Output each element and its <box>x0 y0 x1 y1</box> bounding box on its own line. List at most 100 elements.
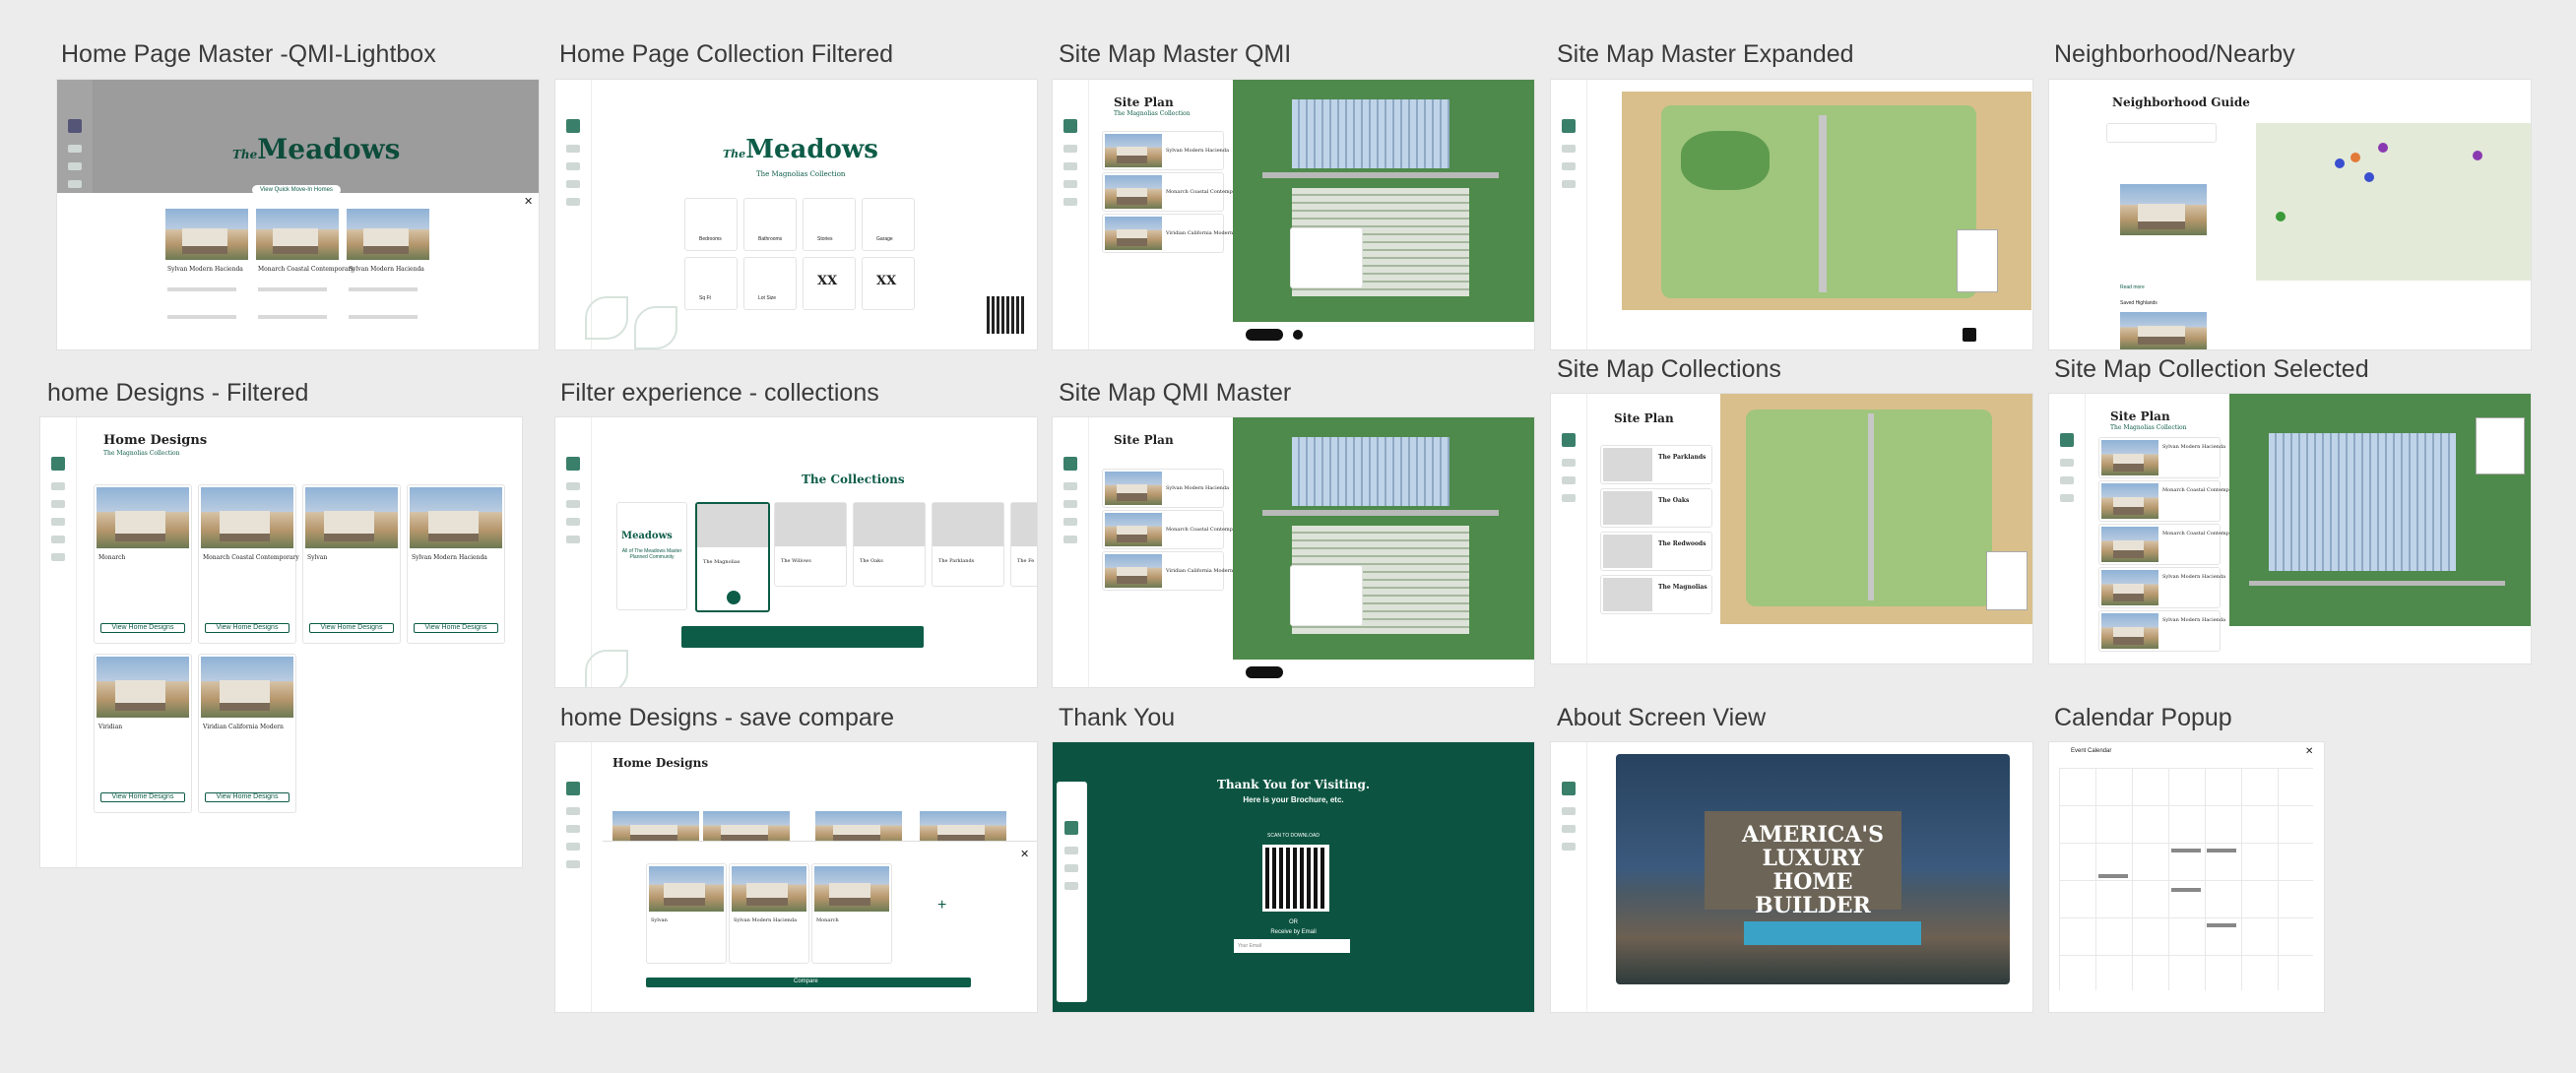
collection-card[interactable]: The Willows <box>774 502 847 587</box>
home-card[interactable]: Monarch Coastal Contemporary <box>2098 480 2242 522</box>
home-designs-subtitle: The Magnolias Collection <box>103 450 180 457</box>
email-field[interactable]: Your Email <box>1234 939 1350 953</box>
frame-site-map-collections[interactable]: Site Plan The Parklands The Oaks The Red… <box>1551 394 2032 663</box>
collection-card-selected[interactable]: The Magnolias <box>695 502 770 612</box>
calendar-grid[interactable] <box>2059 768 2313 990</box>
collection-name: The Magnolias Collection <box>756 170 846 178</box>
home-design-card[interactable]: Viridian California Modern View Home Desi… <box>198 654 296 813</box>
home-card[interactable]: Sylvan Modern Hacienda <box>2098 567 2225 608</box>
site-plan-title: Site Plan <box>2110 410 2170 423</box>
frame-neighborhood-nearby[interactable]: Neighborhood Guide Read more Saved Highl… <box>2049 80 2531 349</box>
frame-title-thank-you: Thank You <box>1059 704 1176 731</box>
collection-card[interactable]: The Magnolias <box>1600 575 1712 614</box>
read-more-link[interactable]: Read more <box>2120 284 2145 290</box>
side-nav <box>1053 417 1089 687</box>
collection-card[interactable]: The Parklands <box>932 502 1004 587</box>
place-image[interactable] <box>2120 184 2207 235</box>
close-icon[interactable]: ✕ <box>2305 746 2313 757</box>
frame-title-home-designs-save-compare: home Designs - save compare <box>560 704 895 731</box>
filter-tile[interactable]: Bathrooms <box>743 198 797 251</box>
site-plan-title: Site Plan <box>1114 433 1174 447</box>
frame-about-screen-view[interactable]: AMERICA'S LUXURY HOME BUILDER <box>1551 742 2032 1012</box>
frame-title-site-map-master-qmi: Site Map Master QMI <box>1059 40 1292 68</box>
home-card[interactable]: Sylvan Modern Hacienda <box>2098 610 2225 652</box>
area-map[interactable] <box>2256 123 2531 281</box>
side-nav <box>2049 394 2086 663</box>
home-image[interactable] <box>165 209 248 260</box>
frame-title-filter-experience: Filter experience - collections <box>560 379 879 407</box>
home-card[interactable]: Viridian California Modern <box>1102 214 1233 253</box>
side-nav <box>1551 80 1587 349</box>
compare-card[interactable]: Sylvan Modern Hacienda <box>729 863 809 964</box>
frame-filter-experience-collections[interactable]: The Collections Meadows All of The Meadow… <box>555 417 1037 687</box>
home-card[interactable]: Viridian California Modern <box>1102 551 1233 591</box>
frame-title-home-page-master: Home Page Master -QMI-Lightbox <box>61 40 436 68</box>
side-nav <box>1057 782 1087 1002</box>
compare-card[interactable]: Sylvan <box>646 863 727 964</box>
home-design-card[interactable]: Sylvan View Home Designs <box>302 484 401 644</box>
lightbox-link[interactable]: View Quick Move-In Homes <box>252 185 341 195</box>
frame-home-designs-save-compare[interactable]: Home Designs ✕ Sylvan Sylvan Modern Haci… <box>555 742 1037 1012</box>
collection-card[interactable]: Meadows All of The Meadows Master Planned… <box>616 502 687 610</box>
home-card[interactable]: Sylvan Modern Hacienda <box>1102 469 1229 508</box>
home-card[interactable]: Monarch Coastal Contemporary <box>1102 510 1246 549</box>
home-design-card[interactable]: Monarch View Home Designs <box>94 484 192 644</box>
compare-drawer: ✕ Sylvan Sylvan Modern Hacienda Monarch … <box>603 841 1037 1012</box>
frame-title-site-map-collections: Site Map Collections <box>1557 355 1781 383</box>
email-label: Receive by Email <box>1270 929 1317 935</box>
compare-card[interactable]: Monarch <box>811 863 892 964</box>
home-design-card[interactable]: Monarch Coastal Contemporary View Home De… <box>198 484 299 644</box>
home-card[interactable]: Sylvan Modern Hacienda <box>2098 437 2225 478</box>
side-nav <box>1551 742 1587 1012</box>
home-card[interactable]: Monarch Coastal Contemporary <box>1102 172 1246 212</box>
calendar-title: Event Calendar <box>2071 748 2112 754</box>
site-map[interactable] <box>1233 417 1534 660</box>
compare-button[interactable]: Compare <box>646 978 971 987</box>
side-nav <box>555 417 592 687</box>
filter-tile[interactable]: XX <box>862 257 915 310</box>
home-name: Sylvan Modern Hacienda <box>167 266 243 273</box>
collection-card[interactable]: The Oaks <box>853 502 926 587</box>
filter-tile[interactable]: Sq Ft <box>684 257 738 310</box>
close-icon[interactable]: ✕ <box>524 195 533 208</box>
site-map[interactable] <box>1233 80 1534 322</box>
plus-icon[interactable]: + <box>937 897 946 915</box>
location-entry[interactable] <box>2106 123 2217 143</box>
home-name: Sylvan Modern Hacienda <box>349 266 424 273</box>
filter-tile[interactable]: Garage <box>862 198 915 251</box>
qmi-lightbox: View Quick Move-In Homes ✕ Sylvan Modern… <box>57 185 539 349</box>
frame-home-page-collection-filtered[interactable]: TheMeadows The Magnolias Collection Bedr… <box>555 80 1037 349</box>
collection-card[interactable]: The Fe <box>1010 502 1037 587</box>
brand-logo: TheMeadows <box>723 135 878 164</box>
collections-site-map[interactable] <box>1720 394 2032 624</box>
frame-calendar-popup[interactable]: Event Calendar ✕ <box>2049 742 2324 1012</box>
home-image[interactable] <box>256 209 339 260</box>
frame-home-designs-filtered[interactable]: Home Designs The Magnolias Collection Mo… <box>40 417 522 867</box>
site-plan-title: Site Plan <box>1614 411 1674 425</box>
frame-site-map-collection-selected[interactable]: Site Plan The Magnolias Collection Sylva… <box>2049 394 2531 663</box>
selected-site-map[interactable] <box>2229 394 2531 626</box>
filter-tile[interactable]: Bedrooms <box>684 198 738 251</box>
apply-button[interactable] <box>681 626 924 648</box>
frame-site-map-master-qmi[interactable]: Site Plan The Magnolias Collection Sylva… <box>1053 80 1534 349</box>
expanded-site-map[interactable] <box>1622 92 2031 310</box>
home-image[interactable] <box>347 209 429 260</box>
collections-title: The Collections <box>802 473 905 486</box>
or-label: OR <box>1289 919 1298 925</box>
home-card[interactable]: Sylvan Modern Hacienda <box>1102 131 1229 170</box>
home-design-card[interactable]: Viridian View Home Designs <box>94 654 192 813</box>
frame-home-page-master-qmi-lightbox[interactable]: TheMeadows View Quick Move-In Homes ✕ Sy… <box>57 80 539 349</box>
headline-line: BUILDER <box>1755 893 1871 918</box>
filter-tile[interactable]: Stories <box>803 198 856 251</box>
collection-card[interactable]: The Redwoods <box>1600 532 1712 571</box>
frame-site-map-master-expanded[interactable] <box>1551 80 2032 349</box>
filter-tile[interactable]: XX <box>803 257 856 310</box>
frame-site-map-qmi-master[interactable]: Site Plan Sylvan Modern Hacienda Monarch… <box>1053 417 1534 687</box>
home-design-card[interactable]: Sylvan Modern Hacienda View Home Designs <box>407 484 505 644</box>
frame-thank-you[interactable]: Thank You for Visiting. Here is your Bro… <box>1053 742 1534 1012</box>
filter-tile[interactable]: Lot Size <box>743 257 797 310</box>
collection-card[interactable]: The Oaks <box>1600 488 1712 528</box>
collection-card[interactable]: The Parklands <box>1600 445 1712 484</box>
close-icon[interactable]: ✕ <box>1020 848 1029 860</box>
home-card[interactable]: Monarch Coastal Contemporary <box>2098 524 2242 565</box>
